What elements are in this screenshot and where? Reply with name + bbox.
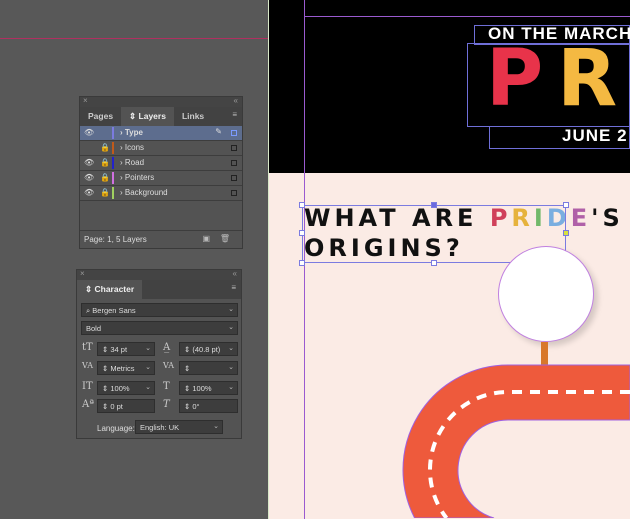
document-page[interactable]: ON THE MARCH T P R I JUNE 2 WHAT ARE PRI… xyxy=(268,0,630,519)
tab-links[interactable]: Links xyxy=(174,107,212,126)
language-select[interactable]: English: UK ⌄ xyxy=(135,420,223,434)
guide-line xyxy=(0,38,268,39)
select-layer-square[interactable] xyxy=(231,190,237,196)
eye-icon[interactable]: 👁 xyxy=(84,158,94,167)
layer-color-swatch xyxy=(112,127,114,139)
layer-row[interactable]: 👁 › Type ✎ xyxy=(80,126,242,141)
kerning-field[interactable]: ⇕ Metrics ⌄ xyxy=(97,361,155,375)
kerning-icon: VA xyxy=(82,361,94,370)
trash-icon[interactable]: 🗑 xyxy=(220,234,230,243)
lock-icon[interactable]: 🔒 xyxy=(100,143,110,152)
character-panel: × « ⇕ Character ≡ ⌕ Bergen Sans ⌄ Bold ⌄ tT … xyxy=(76,269,242,439)
lock-icon[interactable]: 🔒 xyxy=(100,158,110,167)
panel-menu-icon[interactable]: ≡ xyxy=(227,107,242,126)
collapse-icon[interactable]: « xyxy=(233,269,237,278)
select-layer-square[interactable] xyxy=(231,130,237,136)
baseline-shift-icon: Aª xyxy=(82,399,94,410)
horizontal-scale-icon: T xyxy=(163,381,170,392)
panel-menu-icon[interactable]: ≡ xyxy=(226,280,241,299)
font-style-select[interactable]: Bold ⌄ xyxy=(81,321,238,335)
date-text: JUNE 2 xyxy=(562,126,628,145)
eye-icon[interactable]: 👁 xyxy=(84,128,94,137)
panel-header[interactable]: × « xyxy=(77,269,241,280)
layers-panel: × « Pages ⇕ Layers Links ≡ 👁 › Type ✎ 🔒 ›… xyxy=(79,96,243,249)
baseline-shift-field[interactable]: ⇕ 0 pt xyxy=(97,399,155,413)
layer-name: Type xyxy=(124,128,143,137)
eye-icon[interactable]: 👁 xyxy=(84,188,94,197)
layer-row[interactable]: 👁 🔒 › Background xyxy=(80,186,242,201)
select-layer-square[interactable] xyxy=(231,145,237,151)
road-shape xyxy=(402,364,630,518)
vertical-scale-icon: IT xyxy=(82,381,93,392)
horizontal-scale-field[interactable]: ⇕ 100% ⌄ xyxy=(179,381,238,395)
layer-color-swatch xyxy=(112,142,114,154)
language-label: Language: xyxy=(97,424,135,433)
layer-row[interactable]: 👁 🔒 › Road xyxy=(80,156,242,171)
layer-name: Pointers xyxy=(124,173,155,182)
layer-color-swatch xyxy=(112,157,114,169)
vertical-scale-field[interactable]: ⇕ 100% ⌄ xyxy=(97,381,155,395)
new-layer-icon[interactable]: ▣ xyxy=(202,234,210,243)
select-layer-square[interactable] xyxy=(231,160,237,166)
tab-layers[interactable]: ⇕ Layers xyxy=(121,107,174,126)
layer-row[interactable]: 🔒 › Icons xyxy=(80,141,242,156)
skew-field[interactable]: ⇕ 0° xyxy=(179,399,238,413)
layer-color-swatch xyxy=(112,172,114,184)
leading-icon: A̲ xyxy=(163,342,171,353)
layer-color-swatch xyxy=(112,187,114,199)
layer-name: Background xyxy=(124,188,168,197)
eye-icon[interactable]: 👁 xyxy=(84,173,94,182)
close-icon[interactable]: × xyxy=(80,269,85,278)
tab-pages[interactable]: Pages xyxy=(80,107,121,126)
leading-field[interactable]: ⇕ (40.8 pt) ⌄ xyxy=(179,342,238,356)
pencil-icon: ✎ xyxy=(215,127,222,136)
skew-icon: T xyxy=(163,399,170,410)
layer-name: Road xyxy=(124,158,145,167)
collapse-icon[interactable]: « xyxy=(234,96,238,105)
font-family-select[interactable]: ⌕ Bergen Sans ⌄ xyxy=(81,303,238,317)
font-size-field[interactable]: ⇕ 34 pt ⌄ xyxy=(97,342,155,356)
select-layer-square[interactable] xyxy=(231,175,237,181)
layer-name: Icons xyxy=(124,143,145,152)
layer-row[interactable]: 👁 🔒 › Pointers xyxy=(80,171,242,186)
tracking-field[interactable]: ⇕ ⌄ xyxy=(179,361,238,375)
tracking-icon: VA xyxy=(163,361,175,370)
panel-header[interactable]: × « xyxy=(80,96,242,107)
pointer-circle xyxy=(498,246,594,342)
header-band: ON THE MARCH T P R I JUNE 2 xyxy=(268,0,630,173)
layers-status: Page: 1, 5 Layers xyxy=(84,235,147,244)
tab-character[interactable]: ⇕ Character xyxy=(77,280,143,299)
pride-title: P R I xyxy=(486,34,618,124)
lock-icon[interactable]: 🔒 xyxy=(100,188,110,197)
lock-icon[interactable]: 🔒 xyxy=(100,173,110,182)
close-icon[interactable]: × xyxy=(83,96,88,105)
font-size-icon: tT xyxy=(82,342,93,353)
